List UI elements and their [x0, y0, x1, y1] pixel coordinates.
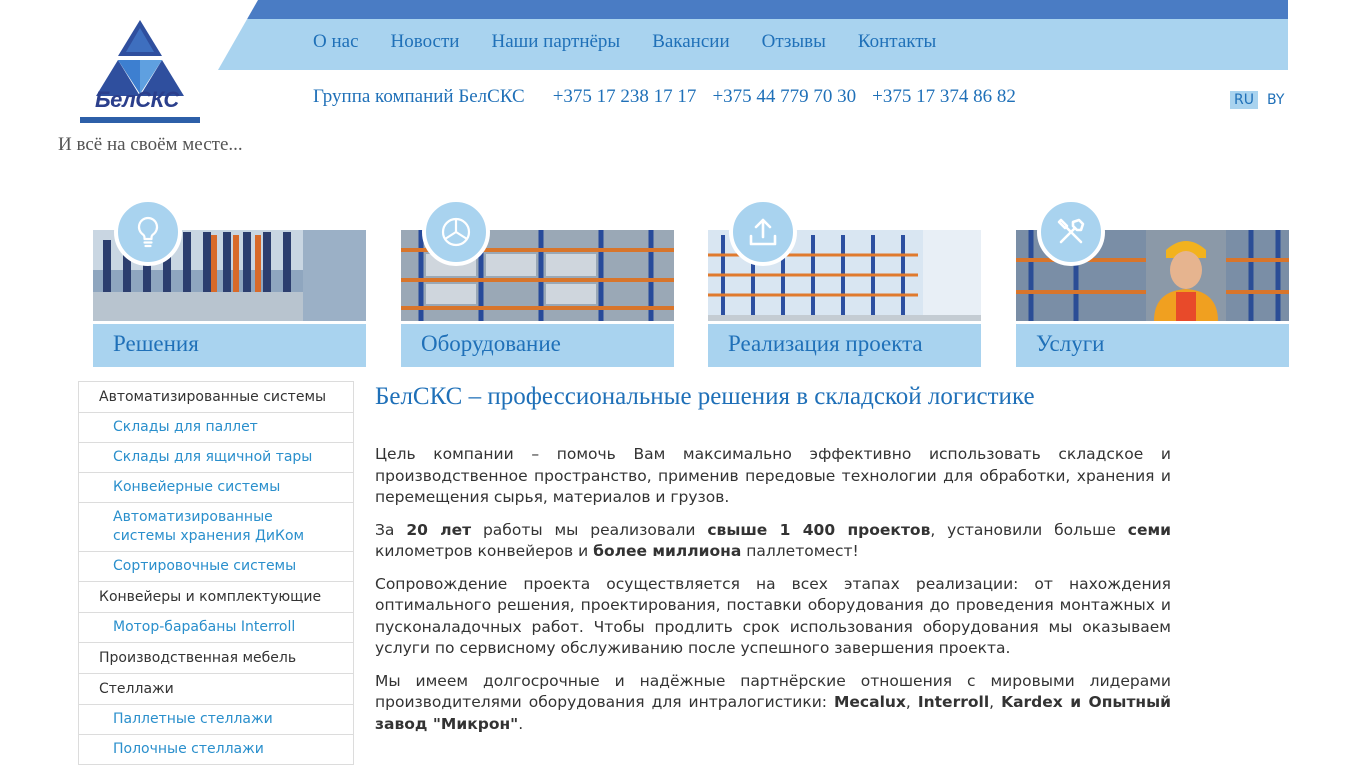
nav-slant [218, 0, 258, 70]
phone-3[interactable]: +375 17 374 86 82 [872, 86, 1016, 108]
lang-ru[interactable]: RU [1230, 91, 1258, 109]
sidebar-menu: Автоматизированные системы Склады для па… [78, 381, 354, 765]
partners-paragraph: Мы имеем долгосрочные и надёжные партнёр… [375, 671, 1171, 736]
stats-years: 20 лет [406, 520, 472, 539]
phone-list: +375 17 238 17 17 +375 44 779 70 30 +375… [553, 86, 1016, 108]
sidebar-item-racks[interactable]: Стеллажи [79, 674, 353, 705]
card-label: Реализация проекта [728, 331, 923, 356]
stats-text-5: паллетомест! [741, 542, 859, 560]
sidebar-item-box-warehouses[interactable]: Склады для ящичной тары [79, 443, 353, 473]
sidebar-item-sorting-systems[interactable]: Сортировочные системы [79, 552, 353, 582]
stats-text-3: , установили больше [930, 520, 1128, 539]
logo-bar [80, 117, 200, 123]
stats-projects: свыше 1 400 проектов [707, 520, 931, 539]
tagline: И всё на своём месте... [58, 134, 243, 155]
tools-icon [1037, 198, 1105, 266]
stats-paragraph: За 20 лет работы мы реализовали свыше 1 … [375, 520, 1171, 563]
sidebar-item-automated-systems[interactable]: Автоматизированные системы [79, 382, 353, 413]
card-label: Решения [113, 331, 199, 356]
sidebar-item-conveyor-systems[interactable]: Конвейерные системы [79, 473, 353, 503]
partners-sep-1: , [905, 693, 918, 711]
sidebar-item-dikom-storage[interactable]: Автоматизированные системы хранения ДиКо… [79, 503, 353, 552]
language-switcher: RU BY [1230, 91, 1288, 109]
partners-end: . [518, 714, 524, 733]
card-services[interactable]: Услуги [1016, 198, 1289, 367]
partner-interroll: Interroll [917, 693, 990, 711]
stats-text-1: За [375, 520, 407, 539]
main-content: БелСКС – профессиональные решения в скла… [375, 381, 1171, 746]
nav-news[interactable]: Новости [391, 31, 460, 53]
lang-by[interactable]: BY [1263, 91, 1288, 109]
lightbulb-icon [114, 198, 182, 266]
cube-icon [422, 198, 490, 266]
nav-about[interactable]: О нас [313, 31, 359, 53]
partners-sep-2: , [989, 693, 1002, 711]
sidebar-item-shelf-racks[interactable]: Полочные стеллажи [79, 735, 353, 765]
partner-mecalux: Mecalux [833, 693, 906, 711]
phone-1[interactable]: +375 17 238 17 17 [553, 86, 697, 108]
card-label: Оборудование [421, 331, 561, 356]
nav-vacancies[interactable]: Вакансии [652, 31, 729, 53]
sidebar-item-conveyors-parts[interactable]: Конвейеры и комплектующие [79, 582, 353, 613]
contacts-line: Группа компаний БелСКС +375 17 238 17 17… [313, 86, 1016, 108]
sidebar-item-pallet-racks[interactable]: Паллетные стеллажи [79, 705, 353, 735]
upload-icon [729, 198, 797, 266]
card-project[interactable]: Реализация проекта [708, 198, 981, 367]
page-title: БелСКС – профессиональные решения в скла… [375, 383, 1035, 410]
intro-paragraph: Цель компании – помочь Вам максимально э… [375, 445, 1171, 506]
card-label: Услуги [1036, 331, 1105, 356]
main-nav: О нас Новости Наши партнёры Вакансии Отз… [313, 31, 936, 53]
stats-pallets: более миллиона [593, 542, 742, 560]
stats-km: семи [1127, 520, 1171, 539]
top-bar [218, 0, 1288, 19]
card-solutions[interactable]: Решения [93, 198, 366, 367]
sidebar-item-production-furniture[interactable]: Производственная мебель [79, 643, 353, 674]
nav-partners[interactable]: Наши партнёры [491, 31, 620, 53]
stats-text-4: километров конвейеров и [375, 542, 594, 560]
sidebar-item-interroll-drums[interactable]: Мотор-барабаны Interroll [79, 613, 353, 643]
phone-2[interactable]: +375 44 779 70 30 [712, 86, 856, 108]
stats-text-2: работы мы реализовали [471, 520, 708, 539]
support-paragraph: Сопровождение проекта осуществляется на … [375, 574, 1171, 658]
nav-reviews[interactable]: Отзывы [762, 31, 826, 53]
card-equipment[interactable]: Оборудование [401, 198, 674, 367]
sidebar-item-pallet-warehouses[interactable]: Склады для паллет [79, 413, 353, 443]
nav-contacts[interactable]: Контакты [858, 31, 936, 53]
company-name: Группа компаний БелСКС [313, 86, 525, 107]
logo-text: БелСКС [95, 87, 179, 112]
